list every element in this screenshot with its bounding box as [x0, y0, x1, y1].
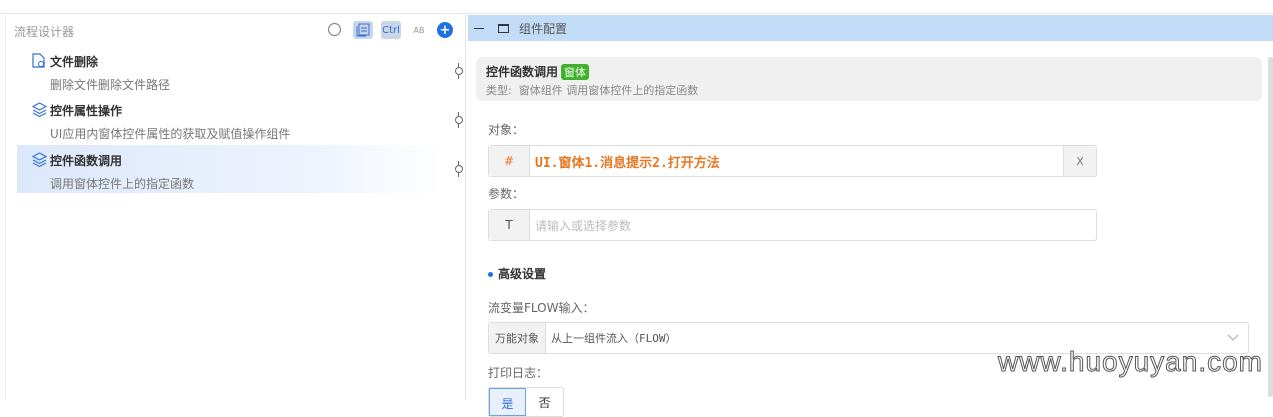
minimize-icon[interactable] [474, 27, 484, 29]
connector-icon[interactable] [454, 112, 464, 128]
component-name: 控件函数调用 [486, 65, 559, 79]
file-icon [32, 53, 46, 68]
log-label: 打印日志： [488, 366, 549, 380]
params-prefix[interactable]: T [489, 210, 530, 240]
type-value: 窗体组件 调用窗体控件上的指定函数 [518, 84, 699, 97]
list-item[interactable]: 文件删除 删除文件删除文件路径 [17, 46, 442, 94]
flow-prefix: 万能对象 [489, 323, 546, 353]
toolbar: Ctrl AB + [325, 21, 453, 39]
panel-header: 组件配置 [468, 15, 1273, 41]
item-title: 控件函数调用 [50, 154, 123, 168]
log-toggle: 是 否 [488, 387, 564, 417]
top-toolbar-strip [0, 0, 1273, 14]
object-label: 对象： [488, 123, 525, 137]
object-field[interactable]: # UI.窗体1.消息提示2.打开方法 X [488, 145, 1097, 177]
type-label: 类型: [486, 84, 512, 97]
scrollbar[interactable] [1268, 57, 1273, 397]
spellcheck-icon[interactable]: AB [409, 21, 429, 39]
params-label: 参数： [488, 187, 525, 201]
list-item[interactable]: 控件属性操作 UI应用内窗体控件属性的获取及赋值操作组件 [17, 95, 442, 143]
watermark: www.huoyuyan.com [997, 346, 1264, 378]
item-desc: 调用窗体控件上的指定函数 [50, 177, 195, 191]
object-value[interactable]: UI.窗体1.消息提示2.打开方法 [530, 146, 1063, 176]
log-no-button[interactable]: 否 [526, 388, 563, 416]
advanced-settings-heading: 高级设置 [488, 265, 546, 282]
panel-header-title: 组件配置 [519, 21, 568, 36]
item-title: 文件删除 [50, 55, 99, 69]
component-badge: 窗体 [561, 64, 590, 80]
flow-designer-panel: 流程设计器 Ctrl AB + 文件删除 删除文件删除文件路径 控件属性操作 U… [5, 15, 466, 400]
object-prefix[interactable]: # [489, 146, 530, 176]
component-config-panel: 组件配置 控件函数调用 窗体 类型: 窗体组件 调用窗体控件上的指定函数 对象： … [468, 15, 1273, 417]
search-icon[interactable] [325, 21, 345, 39]
panel-title: 流程设计器 [14, 25, 75, 39]
log-yes-button[interactable]: 是 [489, 388, 526, 416]
ctrl-toggle[interactable]: Ctrl [381, 21, 401, 39]
connector-icon[interactable] [454, 63, 464, 79]
params-input[interactable]: 请输入或选择参数 [530, 210, 1096, 240]
add-button[interactable]: + [437, 22, 453, 38]
component-type: 类型: 窗体组件 调用窗体控件上的指定函数 [486, 82, 698, 98]
clear-button[interactable]: X [1063, 146, 1096, 176]
restore-icon[interactable] [498, 23, 509, 33]
component-info-card: 控件函数调用 窗体 类型: 窗体组件 调用窗体控件上的指定函数 [476, 57, 1262, 101]
copy-icon[interactable] [353, 21, 373, 39]
connector-icon[interactable] [454, 161, 464, 177]
layers-icon [31, 102, 48, 118]
item-desc: UI应用内窗体控件属性的获取及赋值操作组件 [50, 127, 291, 141]
list-item-selected[interactable]: 控件函数调用 调用窗体控件上的指定函数 [17, 145, 442, 193]
item-desc: 删除文件删除文件路径 [50, 78, 171, 92]
item-title: 控件属性操作 [50, 104, 123, 118]
component-title: 控件函数调用 窗体 [486, 63, 590, 80]
flow-label: 流变量FLOW输入： [488, 301, 595, 315]
params-field[interactable]: T 请输入或选择参数 [488, 209, 1097, 241]
layers-icon [31, 152, 48, 168]
